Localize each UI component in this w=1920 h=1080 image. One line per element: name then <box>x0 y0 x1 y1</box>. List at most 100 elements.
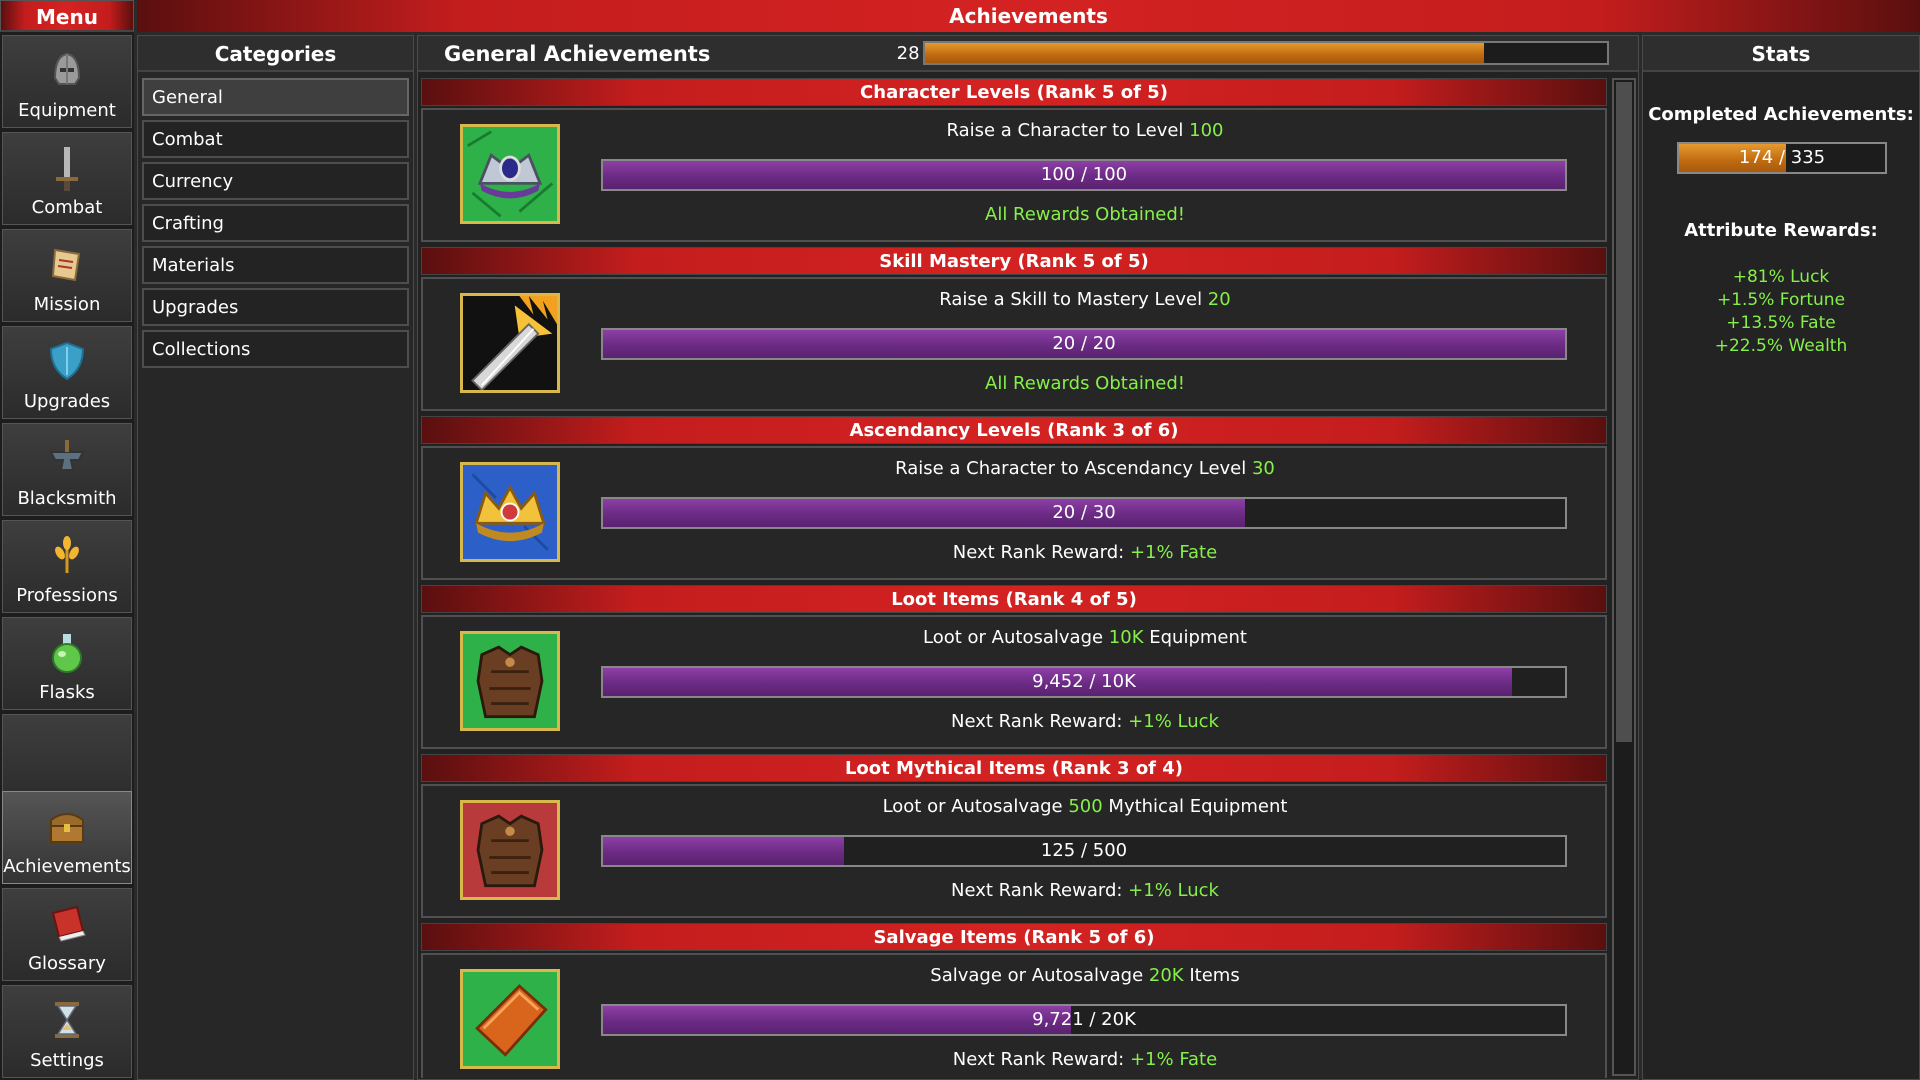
flaming-blade-icon <box>460 293 560 393</box>
description-text: Loot or Autosalvage <box>923 627 1109 648</box>
description-highlight: 500 <box>1068 796 1103 817</box>
helmet-icon <box>53 52 81 85</box>
menu-label: Settings <box>30 1050 104 1071</box>
completed-achievements-bar: 174 / 335 <box>1677 142 1887 174</box>
menu-label: Mission <box>33 294 101 315</box>
shield-icon <box>49 341 85 381</box>
achievement-reward: Next Rank Reward: +1% Fate <box>603 542 1567 563</box>
stats-panel: Stats Completed Achievements: 174 / 335 … <box>1642 35 1920 1080</box>
achievement-body: Loot or Autosalvage 500 Mythical Equipme… <box>421 784 1607 918</box>
achievement-card: Loot Mythical Items (Rank 3 of 4) Loot or… <box>421 754 1607 920</box>
categories-panel: Categories General Combat Currency Craft… <box>137 35 414 1080</box>
book-icon <box>51 905 86 942</box>
ingot-icon <box>460 969 560 1069</box>
mythical-armor-icon <box>460 800 560 900</box>
golden-crown-icon <box>460 462 560 562</box>
achievement-description: Raise a Character to Ascendancy Level 30 <box>603 458 1567 479</box>
reward-value: +1% Fate <box>1129 1049 1218 1070</box>
achievement-reward: All Rewards Obtained! <box>603 373 1567 394</box>
category-upgrades[interactable]: Upgrades <box>142 288 409 326</box>
achievement-progress-bar: 20 / 30 <box>601 497 1567 529</box>
category-collections[interactable]: Collections <box>142 330 409 368</box>
description-highlight: 10K <box>1108 627 1144 648</box>
menu-glossary-button[interactable]: Glossary <box>2 888 132 981</box>
menu-label: Professions <box>16 585 118 606</box>
achievement-progress-bar: 125 / 500 <box>601 835 1567 867</box>
achievement-progress-bar: 9,721 / 20K <box>601 1004 1567 1036</box>
achievement-body: Raise a Character to Ascendancy Level 30… <box>421 446 1607 580</box>
reward-value: All Rewards Obtained! <box>985 373 1185 394</box>
description-suffix: Equipment <box>1143 627 1247 648</box>
achievement-description: Loot or Autosalvage 500 Mythical Equipme… <box>603 796 1567 817</box>
reward-value: +1% Luck <box>1128 880 1219 901</box>
achievement-body: Raise a Skill to Mastery Level 20 20 / 20… <box>421 277 1607 411</box>
achievement-header: Ascendancy Levels (Rank 3 of 6) <box>421 416 1607 444</box>
achievement-progress-text: 20 / 30 <box>1052 502 1116 523</box>
menu-label: Upgrades <box>23 391 111 412</box>
achievement-progress-text: 9,721 / 20K <box>1032 1009 1136 1030</box>
menu-combat-button[interactable]: Combat <box>2 132 132 225</box>
stats-title: Stats <box>1643 36 1919 72</box>
category-currency[interactable]: Currency <box>142 162 409 200</box>
achievement-card: Skill Mastery (Rank 5 of 5) Raise a Skill… <box>421 247 1607 413</box>
attribute-reward: +1.5% Fortune <box>1716 290 1846 310</box>
achievement-card: Ascendancy Levels (Rank 3 of 6) Raise a C… <box>421 416 1607 582</box>
achievement-progress-bar: 9,452 / 10K <box>601 666 1567 698</box>
description-text: Salvage or Autosalvage <box>930 965 1149 986</box>
menu-equipment-button[interactable]: Equipment <box>2 35 132 128</box>
achievement-body: Salvage or Autosalvage 20K Items 9,721 / … <box>421 953 1607 1078</box>
chest-icon <box>50 813 84 843</box>
menu-label: Blacksmith <box>17 488 117 509</box>
achievements-header: General Achievements 28 / 34 <box>418 36 1638 72</box>
achievement-header: Loot Mythical Items (Rank 3 of 4) <box>421 754 1607 782</box>
menu-label: Glossary <box>28 953 106 974</box>
attribute-reward: +22.5% Wealth <box>1714 336 1848 356</box>
achievement-reward: Next Rank Reward: +1% Fate <box>603 1049 1567 1070</box>
menu-mission-button[interactable]: Mission <box>2 229 132 322</box>
reward-label: Next Rank Reward: <box>951 711 1129 732</box>
achievement-card: Character Levels (Rank 5 of 5) Raise a Ch… <box>421 78 1607 244</box>
scrollbar-thumb[interactable] <box>1616 82 1632 742</box>
achievement-header: Salvage Items (Rank 5 of 6) <box>421 923 1607 951</box>
menu-upgrades-button[interactable]: Upgrades <box>2 326 132 419</box>
menu-achievements-button[interactable]: Achievements <box>2 791 132 884</box>
reward-label: Next Rank Reward: <box>952 542 1130 563</box>
menu-title: Menu <box>0 0 134 32</box>
flask-icon <box>52 634 82 673</box>
achievement-progress-text: 100 / 100 <box>1040 164 1128 185</box>
description-text: Raise a Skill to Mastery Level <box>939 289 1208 310</box>
sword-icon <box>56 147 78 191</box>
menu-label: Combat <box>31 197 103 218</box>
achievement-list[interactable]: Character Levels (Rank 5 of 5) Raise a Ch… <box>421 78 1607 1078</box>
reward-label: Next Rank Reward: <box>951 880 1129 901</box>
menu-professions-button[interactable]: Professions <box>2 520 132 613</box>
category-general[interactable]: General <box>142 78 409 116</box>
completed-achievements-value: 174 / 335 <box>1738 147 1826 168</box>
achievement-progress-bar: 100 / 100 <box>601 159 1567 191</box>
achievement-reward: Next Rank Reward: +1% Luck <box>603 711 1567 732</box>
attribute-reward: +13.5% Fate <box>1726 313 1836 333</box>
reward-value: +1% Luck <box>1128 711 1219 732</box>
menu-label: Achievements <box>3 856 131 877</box>
achievement-description: Raise a Skill to Mastery Level 20 <box>603 289 1567 310</box>
achievement-header: Character Levels (Rank 5 of 5) <box>421 78 1607 106</box>
achievement-body: Raise a Character to Level 100 100 / 100 A… <box>421 108 1607 242</box>
description-text: Raise a Character to Level <box>946 120 1190 141</box>
category-materials[interactable]: Materials <box>142 246 409 284</box>
description-highlight: 20 <box>1207 289 1231 310</box>
category-crafting[interactable]: Crafting <box>142 204 409 242</box>
section-progress-fill <box>925 43 1485 63</box>
armor-icon <box>460 631 560 731</box>
menu-blacksmith-button[interactable]: Blacksmith <box>2 423 132 516</box>
menu-settings-button[interactable]: Settings <box>2 985 132 1078</box>
main-menu: Menu Equipment Combat Mission Upgrades B… <box>0 0 134 1080</box>
scrollbar[interactable] <box>1612 78 1636 1076</box>
category-combat[interactable]: Combat <box>142 120 409 158</box>
section-title: General Achievements <box>444 42 711 66</box>
achievement-reward: All Rewards Obtained! <box>603 204 1567 225</box>
achievement-description: Salvage or Autosalvage 20K Items <box>603 965 1567 986</box>
attribute-reward: +81% Luck <box>1732 267 1830 287</box>
menu-flasks-button[interactable]: Flasks <box>2 617 132 710</box>
wheat-icon <box>55 536 79 573</box>
achievement-header: Loot Items (Rank 4 of 5) <box>421 585 1607 613</box>
